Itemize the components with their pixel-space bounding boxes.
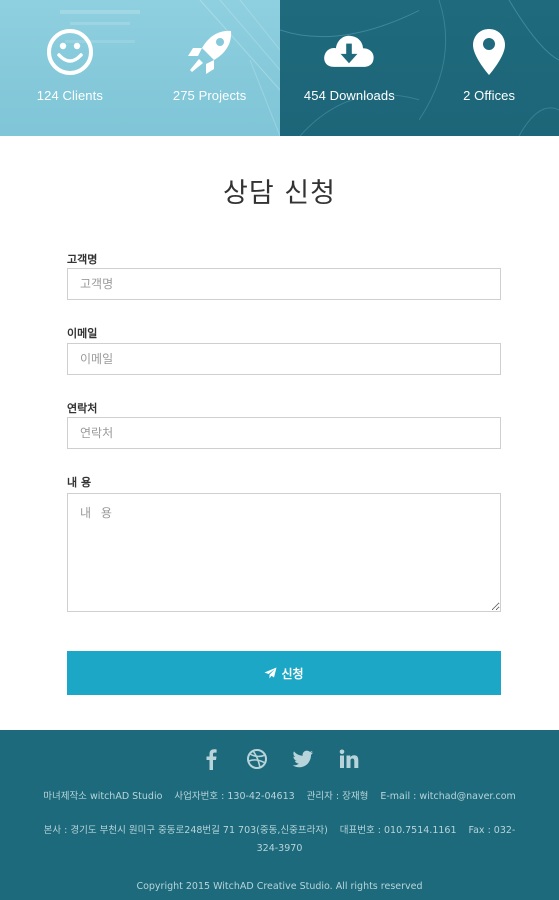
company-info: 마녀제작소 witchAD Studio 사업자번호 : 130-42-04613… — [0, 788, 559, 805]
phone-number: 대표번호 : 010.7514.1161 — [339, 825, 457, 836]
submit-button[interactable]: 신청 — [67, 651, 501, 695]
cloud-download-icon — [321, 24, 377, 80]
email-input[interactable] — [67, 343, 501, 375]
address-text: 본사 : 경기도 부천시 원미구 중동로248번길 71 703(중동,신중프라… — [43, 825, 328, 836]
phone-label: 연락처 — [67, 402, 98, 415]
stat-clients: 124 Clients — [0, 0, 140, 136]
stat-label: 124 Clients — [36, 88, 103, 103]
contact-email: E-mail : witchad@naver.com — [380, 791, 516, 802]
stat-label: 454 Downloads — [303, 88, 395, 103]
smiley-icon — [42, 24, 98, 80]
message-textarea[interactable] — [67, 493, 501, 612]
fax-continuation: 324-3970 — [256, 843, 303, 854]
twitter-icon[interactable] — [291, 747, 315, 771]
manager-name: 관리자 : 장재형 — [306, 791, 369, 802]
email-label: 이메일 — [67, 327, 98, 340]
stat-downloads: 454 Downloads — [279, 0, 420, 136]
address-info: 본사 : 경기도 부천시 원미구 중동로248번길 71 703(중동,신중프라… — [0, 822, 559, 839]
copyright-text: Copyright 2015 WitchAD Creative Studio. … — [136, 881, 423, 892]
stat-projects: 275 Projects — [139, 0, 280, 136]
page-title: 상담 신청 — [223, 178, 336, 209]
stat-offices: 2 Offices — [419, 0, 559, 136]
linkedin-icon[interactable] — [337, 747, 361, 771]
customer-name-label: 고객명 — [67, 253, 98, 266]
paper-plane-icon — [264, 667, 277, 679]
business-number: 사업자번호 : 130-42-04613 — [174, 791, 295, 802]
fax-number: Fax : 032- — [468, 825, 516, 836]
dribbble-icon[interactable] — [245, 747, 269, 771]
stats-banner: 124 Clients 275 Projects 454 Downloads 2… — [0, 0, 559, 136]
customer-name-input[interactable] — [67, 268, 501, 300]
social-links — [0, 747, 559, 771]
phone-input[interactable] — [67, 417, 501, 449]
company-name: 마녀제작소 witchAD Studio — [43, 791, 163, 802]
map-pin-icon — [461, 24, 517, 80]
rocket-icon — [182, 24, 238, 80]
stat-label: 2 Offices — [463, 88, 516, 103]
submit-label: 신청 — [281, 666, 304, 681]
facebook-icon[interactable] — [199, 747, 223, 771]
stat-label: 275 Projects — [172, 88, 247, 103]
message-label: 내 용 — [67, 476, 92, 489]
